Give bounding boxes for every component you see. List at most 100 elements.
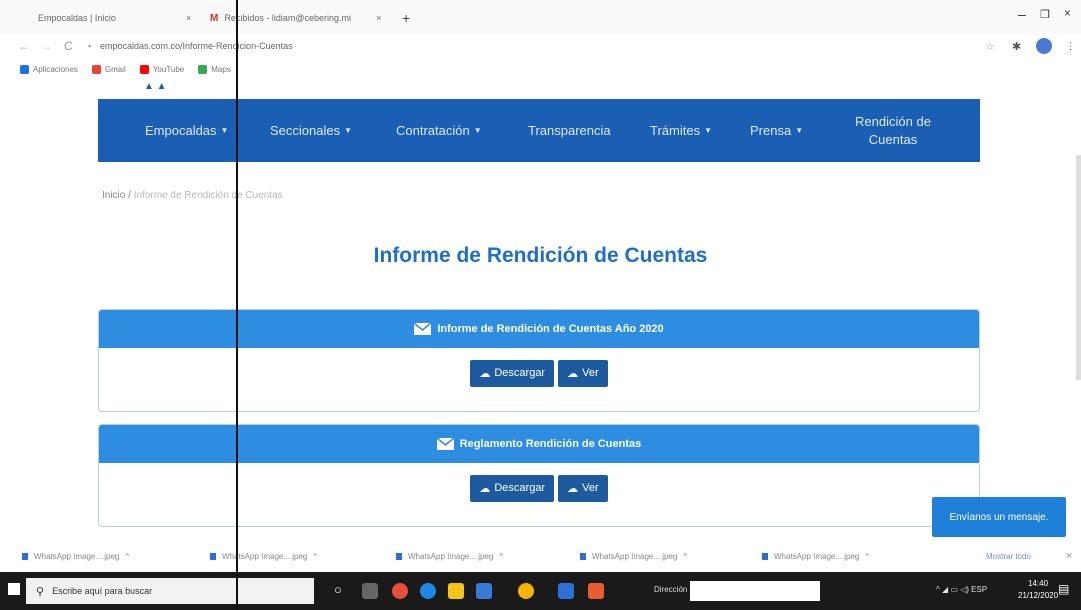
app-icon[interactable]	[558, 583, 574, 599]
image-file-icon	[580, 553, 586, 560]
panel-title: Reglamento Rendición de Cuentas	[459, 438, 642, 450]
nav-rendicion-cuentas[interactable]: Rendición de Cuentas	[848, 113, 938, 149]
report-panel-2020: Informe de Rendición de Cuentas Año 2020…	[98, 309, 980, 412]
restore-icon[interactable]: ❐	[1040, 8, 1050, 21]
windows-start-icon[interactable]	[8, 583, 20, 595]
bookmark-maps[interactable]: Maps	[198, 64, 231, 74]
chrome-icon[interactable]	[518, 583, 534, 599]
download-button[interactable]: ☁ Descargar	[470, 359, 555, 387]
caret-down-icon: ▼	[473, 126, 482, 135]
tab-gmail[interactable]: M Recibidos - lidiam@cebering.mi	[210, 8, 351, 28]
youtube-icon	[139, 64, 149, 74]
back-icon[interactable]: ←	[18, 39, 30, 53]
window-close-icon[interactable]: ×	[1064, 6, 1071, 20]
download-item[interactable]: WhatsApp Image....jpeg ^	[396, 552, 503, 561]
nav-empocaldas[interactable]: Empocaldas ▼	[145, 123, 228, 138]
page-title: Informe de Rendición de Cuentas	[373, 244, 708, 267]
windows-taskbar: ⚲ Escribe aquí para buscar ○ Dirección ^…	[0, 572, 1081, 610]
file-explorer-icon[interactable]	[448, 583, 464, 599]
page-scrollbar[interactable]	[1076, 155, 1081, 380]
caret-down-icon: ▼	[704, 126, 712, 135]
nav-label: Seccionales	[270, 123, 341, 138]
button-label: Descargar	[494, 482, 546, 494]
tab-empocaldas[interactable]: Empocaldas | Inicio	[38, 8, 116, 28]
menu-icon[interactable]: ⋮	[1066, 41, 1075, 52]
reload-icon[interactable]: C	[64, 39, 73, 53]
download-item[interactable]: WhatsApp Image....jpeg ^	[22, 552, 129, 561]
bookmark-gmail[interactable]: Gmail	[91, 64, 126, 74]
view-button[interactable]: ☁ Ver	[558, 359, 608, 387]
regulation-panel: Reglamento Rendición de Cuentas ☁ Descar…	[98, 424, 980, 527]
minimize-icon[interactable]: –	[1018, 6, 1026, 22]
app-icon[interactable]	[588, 583, 604, 599]
scan-line-artifact	[236, 0, 238, 610]
close-tab-icon[interactable]: ×	[376, 8, 381, 28]
search-icon: ⚲	[36, 585, 45, 598]
button-label: Ver	[582, 367, 599, 379]
bookmarks-bar: Aplicaciones Gmail YouTube Maps	[0, 58, 1081, 80]
chat-widget-button[interactable]: Envíanos un mensaje.	[932, 497, 1066, 537]
cloud-icon: ☁	[567, 367, 579, 380]
url-field[interactable]: empocaldas.com.co/Informe-Rendicion-Cuen…	[100, 41, 293, 51]
edge-icon[interactable]	[420, 583, 436, 599]
nav-seccionales[interactable]: Seccionales ▼	[270, 123, 352, 138]
app-icon[interactable]	[392, 583, 408, 599]
close-downloads-icon[interactable]: ×	[1066, 550, 1072, 562]
download-filename: WhatsApp Image....jpeg	[408, 552, 494, 561]
tab-label: Empocaldas | Inicio	[38, 13, 116, 23]
chevron-up-icon[interactable]: ^	[313, 552, 317, 561]
image-file-icon	[210, 553, 216, 560]
panel-header: Reglamento Rendición de Cuentas	[99, 425, 979, 463]
download-button[interactable]: ☁ Descargar	[470, 474, 555, 502]
new-tab-button[interactable]: +	[402, 8, 410, 28]
tab-label: Recibidos - lidiam@cebering.mi	[224, 13, 352, 23]
breadcrumb-current: Informe de Rendición de Cuentas	[133, 190, 283, 201]
extension-icon[interactable]: ✱	[1012, 40, 1021, 53]
system-tray[interactable]: ^ ◢ ▭ ◁) ESP	[936, 585, 987, 594]
breadcrumb-home[interactable]: Inicio	[102, 190, 125, 201]
nav-label: Empocaldas	[145, 123, 217, 138]
bookmark-label: Gmail	[104, 64, 126, 74]
taskbar-search-input[interactable]: ⚲ Escribe aquí para buscar	[26, 578, 314, 604]
chevron-up-icon[interactable]: ^	[499, 552, 503, 561]
taskbar-clock[interactable]: 14:40 21/12/2020	[1018, 578, 1058, 602]
download-filename: WhatsApp Image....jpeg	[222, 552, 308, 561]
view-button[interactable]: ☁ Ver	[558, 474, 608, 502]
language-indicator[interactable]: ESP	[971, 585, 987, 594]
nav-tramites[interactable]: Trámites ▼	[650, 123, 712, 138]
panel-body: ☁ Descargar ☁ Ver	[99, 463, 979, 513]
maps-icon	[198, 64, 208, 74]
envelope-icon	[436, 438, 454, 450]
bookmark-label: YouTube	[152, 64, 185, 74]
task-view-icon[interactable]	[362, 583, 378, 599]
store-icon[interactable]	[476, 583, 492, 599]
envelope-icon	[414, 323, 432, 335]
star-icon[interactable]: ☆	[985, 40, 995, 53]
download-item[interactable]: WhatsApp Image....jpeg ^	[762, 552, 869, 561]
forward-icon[interactable]: →	[40, 39, 52, 53]
caret-down-icon: ▼	[344, 126, 353, 135]
profile-avatar[interactable]	[1036, 38, 1052, 54]
cloud-download-icon: ☁	[479, 367, 491, 380]
nav-contratacion[interactable]: Contratación ▼	[396, 123, 482, 138]
address-toolbar-input[interactable]	[690, 581, 820, 601]
image-file-icon	[396, 553, 402, 560]
nav-prensa[interactable]: Prensa ▼	[750, 123, 803, 138]
nav-transparencia[interactable]: Transparencia	[528, 123, 611, 138]
bookmark-aplicaciones[interactable]: Aplicaciones	[20, 64, 78, 74]
bookmark-youtube[interactable]: YouTube	[139, 64, 185, 74]
download-filename: WhatsApp Image....jpeg	[34, 552, 120, 561]
show-all-downloads-link[interactable]: Mostrar todo	[986, 552, 1031, 561]
download-item[interactable]: WhatsApp Image....jpeg ^	[210, 552, 317, 561]
close-tab-icon[interactable]: ×	[186, 8, 191, 28]
caret-down-icon: ▼	[795, 126, 804, 135]
gmail-icon	[91, 64, 101, 74]
chevron-up-icon[interactable]: ^	[683, 552, 687, 561]
chevron-up-icon[interactable]: ^	[125, 552, 129, 561]
browser-tab-bar: Empocaldas | Inicio × M Recibidos - lidi…	[0, 0, 1081, 34]
image-file-icon	[22, 553, 28, 560]
chevron-up-icon[interactable]: ^	[865, 552, 869, 561]
notifications-icon[interactable]: ▤	[1058, 582, 1069, 596]
cortana-icon[interactable]: ○	[334, 582, 342, 597]
download-item[interactable]: WhatsApp Image....jpeg ^	[580, 552, 687, 561]
